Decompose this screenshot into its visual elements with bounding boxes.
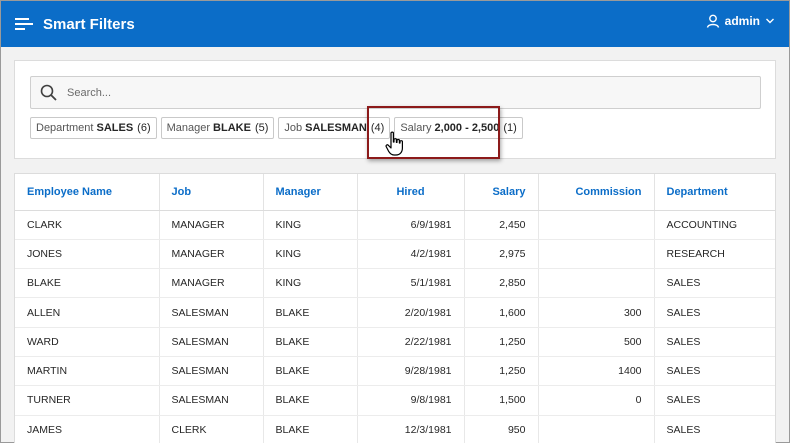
table-row: ALLEN SALESMAN BLAKE 2/20/1981 1,600 300…: [15, 297, 775, 328]
cell-commission: [538, 415, 655, 443]
cell-job: SALESMAN: [159, 297, 264, 328]
cell-salary: 1,500: [464, 385, 539, 416]
cell-job: MANAGER: [159, 239, 264, 270]
cell-commission: 1400: [538, 356, 655, 387]
table-row: JAMES CLERK BLAKE 12/3/1981 950 SALES: [15, 415, 775, 443]
user-icon: [706, 14, 719, 28]
search-box[interactable]: [30, 76, 761, 109]
chevron-down-icon: [766, 18, 774, 24]
table-header-row: Employee Name Job Manager Hired Salary C…: [15, 174, 775, 211]
employee-table: Employee Name Job Manager Hired Salary C…: [15, 174, 775, 443]
cell-department: ACCOUNTING: [654, 210, 775, 240]
table-row: TURNER SALESMAN BLAKE 9/8/1981 1,500 0 S…: [15, 385, 775, 416]
table-row: BLAKE MANAGER KING 5/1/1981 2,850 SALES: [15, 268, 775, 299]
cell-department: RESEARCH: [654, 239, 775, 270]
cell-manager: BLAKE: [263, 415, 358, 443]
cell-employee-name: WARD: [15, 327, 160, 357]
hamburger-icon: [15, 18, 33, 30]
column-header-department[interactable]: Department: [654, 174, 775, 211]
employee-report: Employee Name Job Manager Hired Salary C…: [14, 173, 776, 443]
cell-commission: [538, 210, 655, 240]
cell-commission: 500: [538, 327, 655, 357]
search-input[interactable]: [67, 86, 760, 99]
cell-job: SALESMAN: [159, 385, 264, 416]
cell-salary: 2,975: [464, 239, 539, 270]
chip-department[interactable]: Department SALES (6): [30, 117, 157, 139]
cell-job: MANAGER: [159, 268, 264, 299]
user-name: admin: [724, 14, 760, 28]
cell-salary: 1,600: [464, 297, 539, 328]
cell-manager: BLAKE: [263, 327, 358, 357]
cell-hired: 9/8/1981: [357, 385, 465, 416]
column-header-job[interactable]: Job: [159, 174, 264, 211]
cell-manager: BLAKE: [263, 385, 358, 416]
cell-salary: 1,250: [464, 356, 539, 387]
cell-employee-name: ALLEN: [15, 297, 160, 328]
cell-commission: [538, 239, 655, 270]
cell-department: SALES: [654, 268, 775, 299]
cell-commission: [538, 268, 655, 299]
cell-department: SALES: [654, 385, 775, 416]
table-row: WARD SALESMAN BLAKE 2/22/1981 1,250 500 …: [15, 327, 775, 357]
cell-salary: 1,250: [464, 327, 539, 357]
cell-hired: 2/22/1981: [357, 327, 465, 357]
cell-employee-name: MARTIN: [15, 356, 160, 387]
table-row: MARTIN SALESMAN BLAKE 9/28/1981 1,250 14…: [15, 356, 775, 387]
cell-manager: KING: [263, 239, 358, 270]
navigation-menu-button[interactable]: [13, 13, 35, 35]
cell-hired: 9/28/1981: [357, 356, 465, 387]
cell-hired: 2/20/1981: [357, 297, 465, 328]
cell-department: SALES: [654, 415, 775, 443]
cell-hired: 12/3/1981: [357, 415, 465, 443]
column-header-hired[interactable]: Hired: [357, 174, 465, 211]
cell-manager: KING: [263, 210, 358, 240]
cell-department: SALES: [654, 356, 775, 387]
column-header-commission[interactable]: Commission: [538, 174, 655, 211]
cell-hired: 6/9/1981: [357, 210, 465, 240]
cell-employee-name: BLAKE: [15, 268, 160, 299]
salary-chip-highlight: [367, 106, 500, 159]
cell-commission: 0: [538, 385, 655, 416]
cell-manager: BLAKE: [263, 356, 358, 387]
cell-manager: KING: [263, 268, 358, 299]
table-row: JONES MANAGER KING 4/2/1981 2,975 RESEAR…: [15, 239, 775, 270]
cell-job: MANAGER: [159, 210, 264, 240]
search-icon: [39, 83, 59, 103]
cell-employee-name: TURNER: [15, 385, 160, 416]
app-header: Smart Filters admin: [1, 1, 789, 47]
cell-department: SALES: [654, 327, 775, 357]
cell-hired: 5/1/1981: [357, 268, 465, 299]
cell-employee-name: JAMES: [15, 415, 160, 443]
column-header-manager[interactable]: Manager: [263, 174, 358, 211]
cell-job: SALESMAN: [159, 327, 264, 357]
cell-salary: 2,850: [464, 268, 539, 299]
column-header-salary[interactable]: Salary: [464, 174, 539, 211]
column-header-employee-name[interactable]: Employee Name: [15, 174, 160, 211]
app-title: Smart Filters: [43, 15, 135, 33]
smart-filters-region: Department SALES (6) Manager BLAKE (5) J…: [14, 60, 776, 159]
user-menu[interactable]: admin: [706, 14, 775, 28]
cell-department: SALES: [654, 297, 775, 328]
cell-commission: 300: [538, 297, 655, 328]
table-row: CLARK MANAGER KING 6/9/1981 2,450 ACCOUN…: [15, 210, 775, 240]
cell-employee-name: JONES: [15, 239, 160, 270]
cell-employee-name: CLARK: [15, 210, 160, 240]
cell-manager: BLAKE: [263, 297, 358, 328]
cell-job: CLERK: [159, 415, 264, 443]
cell-salary: 950: [464, 415, 539, 443]
cell-job: SALESMAN: [159, 356, 264, 387]
chip-manager[interactable]: Manager BLAKE (5): [160, 117, 275, 139]
cell-salary: 2,450: [464, 210, 539, 240]
cell-hired: 4/2/1981: [357, 239, 465, 270]
